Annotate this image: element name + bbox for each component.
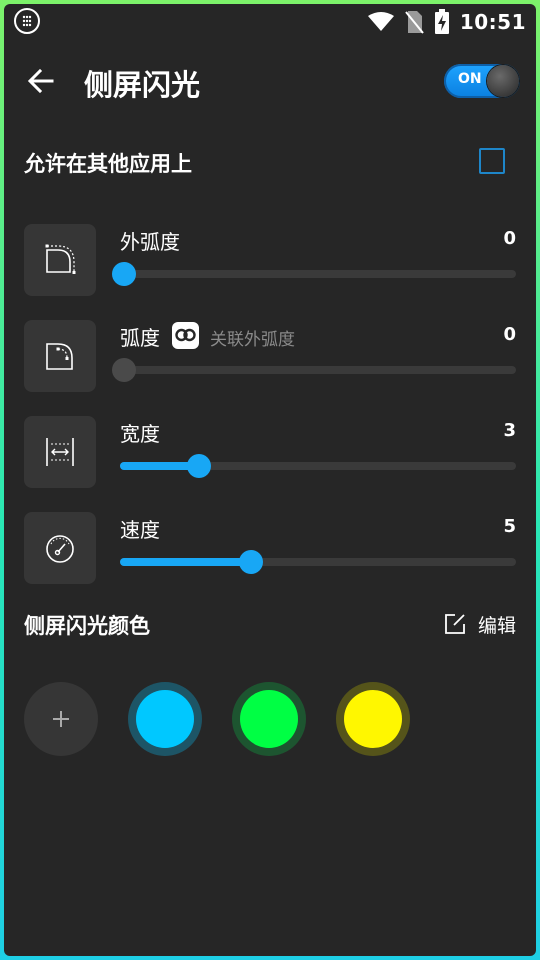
link-icon <box>175 328 196 342</box>
clock-time: 10:51 <box>459 10 526 34</box>
overlay-permission-checkbox[interactable] <box>479 148 505 174</box>
speed-slider[interactable] <box>120 550 516 574</box>
link-outer-radius-label: 关联外弧度 <box>210 330 295 350</box>
back-button[interactable] <box>26 66 56 96</box>
edit-icon <box>445 614 465 634</box>
flash-color-section-title: 侧屏闪光颜色 <box>24 614 150 638</box>
screen: 10:51 侧屏闪光 ON 允许在其他应用上 外弧度 0 弧度 关联外弧度 0 … <box>4 4 536 956</box>
app-bar: 侧屏闪光 ON <box>4 48 536 118</box>
speed-gauge-icon <box>24 512 96 584</box>
master-toggle[interactable]: ON <box>444 64 520 98</box>
radius-label: 弧度 <box>120 326 160 350</box>
wifi-icon <box>367 12 394 31</box>
radius-slider-thumb <box>112 358 136 382</box>
link-outer-radius-button[interactable] <box>172 322 199 349</box>
no-sim-icon <box>405 11 424 34</box>
toggle-knob <box>487 65 519 97</box>
page-title: 侧屏闪光 <box>84 68 201 102</box>
arrow-left-icon <box>27 68 54 94</box>
width-slider-thumb[interactable] <box>187 454 212 478</box>
radius-row: 弧度 关联外弧度 0 <box>4 320 536 394</box>
speed-slider-thumb[interactable] <box>238 550 263 574</box>
speed-label: 速度 <box>120 518 160 542</box>
toggle-on-label: ON <box>458 71 482 87</box>
overlay-permission-row[interactable]: 允许在其他应用上 <box>4 134 536 190</box>
color-swatch-cyan[interactable] <box>128 682 202 756</box>
speed-value: 5 <box>503 516 516 537</box>
radius-value: 0 <box>503 324 516 345</box>
add-color-button[interactable] <box>24 682 98 756</box>
edit-colors-label: 编辑 <box>477 614 516 637</box>
width-slider[interactable] <box>120 454 516 478</box>
speed-slider-fill <box>120 558 251 566</box>
edit-colors-button[interactable]: 编辑 <box>444 610 516 638</box>
color-swatch-green[interactable] <box>232 682 306 756</box>
width-value: 3 <box>503 420 516 441</box>
radius-slider <box>112 358 516 382</box>
battery-charging-icon <box>434 9 449 34</box>
color-swatch-list <box>24 682 410 758</box>
corner-radius-icon <box>24 320 96 392</box>
overlay-permission-label: 允许在其他应用上 <box>24 152 192 176</box>
plus-icon-vertical <box>60 711 62 727</box>
outer-radius-slider-thumb[interactable] <box>112 262 136 286</box>
width-label: 宽度 <box>120 422 160 446</box>
width-row: 宽度 3 <box>4 416 536 490</box>
color-swatch-yellow[interactable] <box>336 682 410 756</box>
status-bar: 10:51 <box>4 4 536 40</box>
outer-radius-row: 外弧度 0 <box>4 224 536 298</box>
outer-radius-label: 外弧度 <box>120 230 180 254</box>
outer-radius-slider[interactable] <box>112 262 516 286</box>
notification-app-icon <box>14 8 40 34</box>
width-icon <box>24 416 96 488</box>
outer-corner-radius-icon <box>24 224 96 296</box>
outer-radius-value: 0 <box>503 228 516 249</box>
speed-row: 速度 5 <box>4 512 536 586</box>
